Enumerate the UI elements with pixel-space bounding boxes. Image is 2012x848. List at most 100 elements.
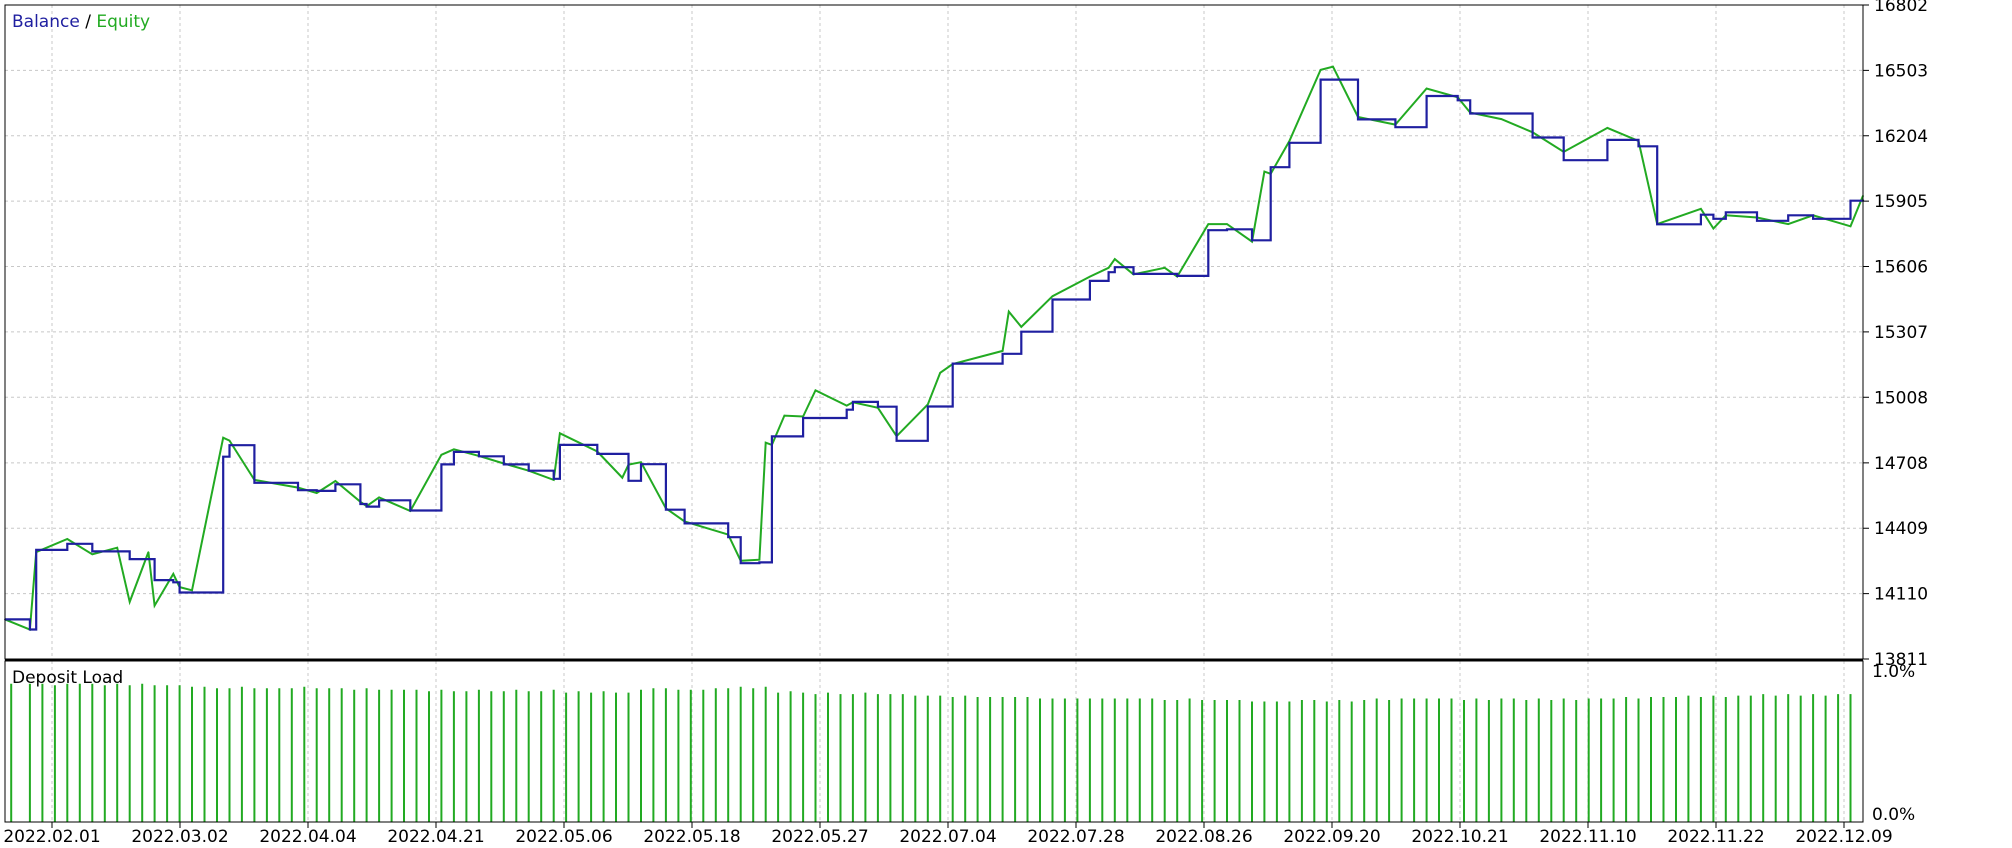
equity-point <box>640 461 642 464</box>
balance-point <box>1469 112 1471 115</box>
equity-point <box>1020 326 1023 328</box>
balance-point <box>35 549 37 551</box>
balance-point <box>440 463 443 466</box>
balance-point <box>378 499 380 502</box>
balance-point <box>1725 211 1727 214</box>
equity-point <box>845 404 848 407</box>
balance-point <box>359 503 362 505</box>
equity-point <box>153 604 156 607</box>
load-y-tick-top: 1.0% <box>1872 662 1915 682</box>
y-tick-label: 14110 <box>1874 585 1928 605</box>
balance-point <box>1637 145 1640 148</box>
balance-point <box>1114 266 1116 269</box>
equity-point <box>1500 118 1503 120</box>
balance-point <box>665 508 667 511</box>
balance-point <box>1176 275 1178 277</box>
equity-point <box>1332 65 1334 68</box>
equity-point <box>1787 223 1789 225</box>
x-tick-label: 2022.03.02 <box>131 827 228 844</box>
balance-point <box>228 444 231 447</box>
balance-point <box>1700 213 1702 216</box>
chart-root: 16802 16503 16204 15905 15606 15307 15008 14708… <box>0 0 2012 847</box>
deposit-load-title: Deposit Load <box>12 668 123 688</box>
x-tick-label: 2022.11.10 <box>1539 827 1636 844</box>
balance-point <box>253 482 256 484</box>
x-tick-label: 2022.04.21 <box>387 827 484 844</box>
equity-point <box>1226 223 1228 225</box>
y-tick-label: 16204 <box>1874 127 1928 147</box>
balance-point <box>527 469 530 472</box>
equity-point <box>1207 223 1210 225</box>
balance-point <box>1319 78 1322 81</box>
equity-point <box>1163 267 1166 269</box>
equity-point <box>66 538 69 540</box>
x-tick-label: 2022.02.01 <box>3 827 100 844</box>
legend: Balance / Equity <box>12 12 150 32</box>
equity-point <box>172 573 175 575</box>
legend-separator: / <box>80 12 97 32</box>
equity-point <box>1288 140 1291 142</box>
balance-point <box>1787 214 1789 217</box>
balance-point <box>596 453 599 455</box>
balance-point <box>895 440 898 442</box>
balance-point <box>478 455 480 458</box>
balance-point <box>627 480 630 482</box>
balance-point <box>951 362 954 365</box>
balance-point <box>852 401 854 403</box>
y-tick-label: 16802 <box>1874 0 1928 16</box>
balance-point <box>1226 228 1228 231</box>
balance-point <box>1394 126 1397 128</box>
equity-point <box>91 553 94 556</box>
equity-point <box>116 546 118 549</box>
equity-point <box>1089 275 1091 278</box>
balance-point <box>1456 99 1459 102</box>
x-tick-label: 2022.05.06 <box>515 827 612 844</box>
equity-point <box>1425 87 1428 90</box>
balance-point <box>222 455 224 458</box>
balance-point <box>453 451 455 453</box>
x-tick-label: 2022.05.27 <box>771 827 868 844</box>
balance-point <box>128 558 131 560</box>
balance-point <box>91 550 94 553</box>
x-tick-label: 2022.11.22 <box>1667 827 1764 844</box>
balance-point <box>1207 229 1210 231</box>
equity-point <box>1687 212 1690 214</box>
equity-point <box>559 432 561 435</box>
balance-point <box>739 562 742 564</box>
equity-point <box>378 496 380 499</box>
balance-equity-chart: 16802 16503 16204 15905 15606 15307 15008 14708… <box>0 0 2012 847</box>
balance-point <box>802 417 804 419</box>
equity-point <box>814 389 817 392</box>
equity-point <box>1849 225 1852 228</box>
balance-point <box>877 405 879 408</box>
equity-point <box>440 454 443 456</box>
equity-point <box>1051 295 1054 298</box>
balance-point <box>683 522 686 525</box>
legend-equity: Equity <box>96 12 150 32</box>
chart-background <box>0 0 2012 844</box>
balance-point <box>1425 95 1428 97</box>
equity-point <box>1008 310 1010 313</box>
load-y-tick-bottom: 0.0% <box>1872 805 1915 825</box>
balance-point <box>1089 280 1091 282</box>
balance-point <box>1562 159 1565 161</box>
x-tick-label: 2022.07.04 <box>899 827 996 844</box>
y-tick-label: 15307 <box>1874 323 1928 343</box>
balance-point <box>1051 298 1054 301</box>
equity-point <box>1263 170 1266 173</box>
balance-point <box>758 561 761 564</box>
balance-point <box>315 490 318 492</box>
equity-point <box>147 551 150 553</box>
balance-point <box>503 463 505 466</box>
equity-point <box>315 492 318 494</box>
balance-point <box>1712 218 1715 220</box>
balance-point <box>1107 271 1110 274</box>
equity-point <box>939 372 941 374</box>
x-tick-label: 2022.10.21 <box>1411 827 1508 844</box>
balance-point <box>1020 330 1023 333</box>
balance-point <box>334 483 337 486</box>
y-tick-label: 15606 <box>1874 258 1928 278</box>
balance-point <box>845 408 848 411</box>
balance-point <box>559 444 561 446</box>
balance-point <box>1288 142 1291 144</box>
